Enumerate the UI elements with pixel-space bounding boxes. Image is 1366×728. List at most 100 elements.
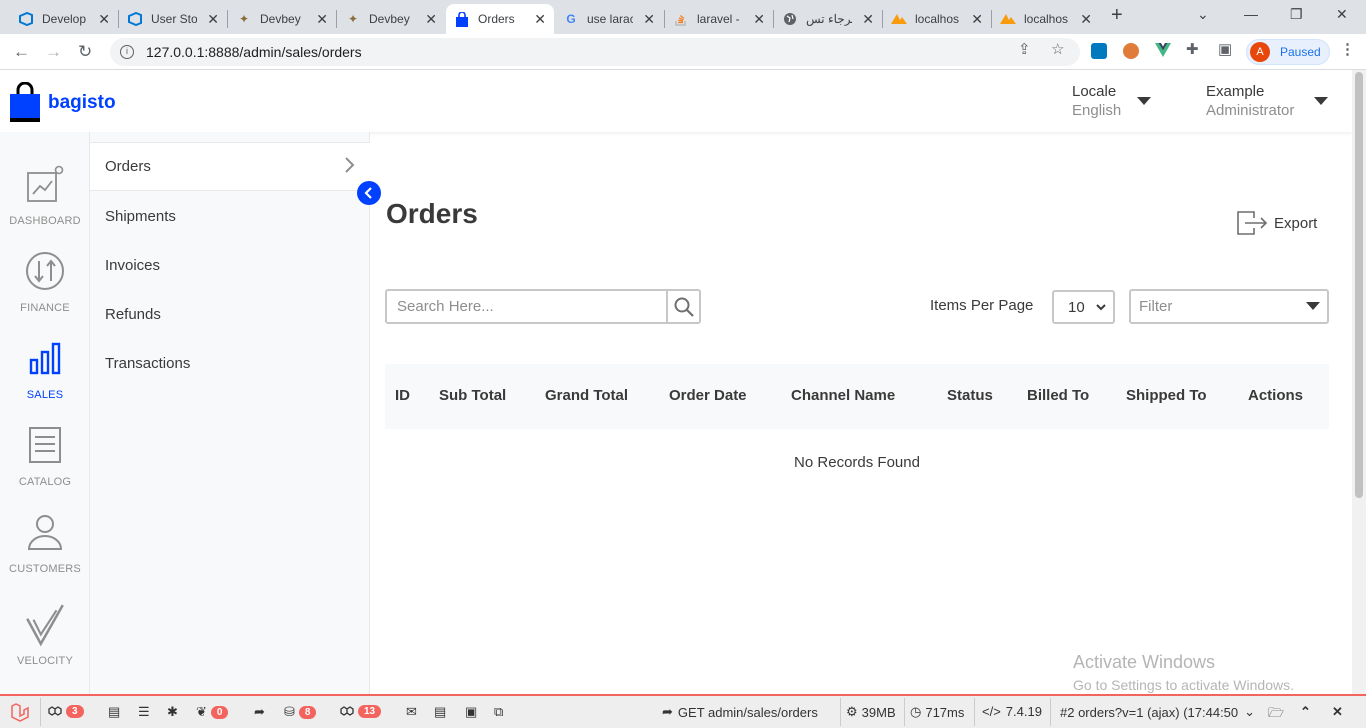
browser-tab[interactable]: Develop ✕ <box>10 4 118 34</box>
tab-title: laravel - <box>697 12 740 26</box>
debugbar-tab-models[interactable]: 13 <box>340 704 382 718</box>
column-header-sub-total[interactable]: Sub Total <box>439 387 506 404</box>
debugbar-tab-request[interactable]: ⧉ <box>494 704 503 720</box>
browser-tab[interactable]: localhos ✕ <box>883 4 991 34</box>
column-header-order-date[interactable]: Order Date <box>669 387 747 404</box>
column-header-billed-to[interactable]: Billed To <box>1027 387 1089 404</box>
share-icon[interactable]: ⇪ <box>1018 40 1031 58</box>
filter-dropdown[interactable]: Filter <box>1129 289 1329 324</box>
browser-tab[interactable]: User Sto ✕ <box>119 4 227 34</box>
submenu-item-invoices[interactable]: Invoices <box>90 241 370 290</box>
code-icon: </> <box>982 704 1001 719</box>
submenu-item-refunds[interactable]: Refunds <box>90 290 370 339</box>
close-icon[interactable]: ✕ <box>534 11 546 28</box>
locale-caret-icon[interactable] <box>1137 97 1151 105</box>
tab-title: Orders <box>478 12 515 26</box>
search-input[interactable] <box>387 291 666 322</box>
debugbar-tab-exceptions[interactable]: ✱ <box>167 704 178 720</box>
nav-dashboard[interactable]: DASHBOARD <box>0 164 90 227</box>
new-tab-button[interactable]: + <box>1111 4 1123 27</box>
leaf-icon: ❦ <box>196 704 207 719</box>
submenu-item-transactions[interactable]: Transactions <box>90 339 370 388</box>
bookmark-star-icon[interactable]: ☆ <box>1051 40 1064 58</box>
browser-tab[interactable]: localhos ✕ <box>992 4 1100 34</box>
browser-tab[interactable]: G use larac ✕ <box>555 4 663 34</box>
submenu-item-shipments[interactable]: Shipments <box>90 192 370 241</box>
debugbar-tab-gate[interactable]: ▤ <box>434 704 446 720</box>
column-header-status[interactable]: Status <box>947 387 993 404</box>
user-menu[interactable]: Example Administrator <box>1206 83 1294 119</box>
extension-vue-devtools-icon[interactable] <box>1155 43 1171 59</box>
extension-colorful-icon[interactable] <box>1123 43 1139 59</box>
search-button[interactable] <box>666 291 699 322</box>
debugbar-tab-mails[interactable]: ✉ <box>406 704 417 720</box>
export-button[interactable]: Export <box>1236 210 1317 236</box>
debugbar-laravel-logo-icon[interactable] <box>10 702 30 722</box>
reload-button[interactable]: ↻ <box>78 42 92 62</box>
nav-label: FINANCE <box>20 302 70 314</box>
debugbar-close-icon[interactable]: ✕ <box>1332 704 1343 720</box>
debugbar-tab-messages[interactable]: ▤ <box>108 704 120 720</box>
address-bar[interactable]: i 127.0.0.1:8888/admin/sales/orders <box>110 38 1080 66</box>
close-icon[interactable]: ✕ <box>753 11 765 28</box>
nav-catalog[interactable]: CATALOG <box>0 425 90 488</box>
site-info-icon[interactable]: i <box>120 45 134 59</box>
browser-tab[interactable]: laravel - ✕ <box>665 4 773 34</box>
forward-button[interactable]: → <box>45 42 62 62</box>
close-icon[interactable]: ✕ <box>862 11 874 28</box>
column-header-shipped-to[interactable]: Shipped To <box>1126 387 1207 404</box>
page-scrollbar[interactable] <box>1352 70 1366 694</box>
window-close-button[interactable]: ✕ <box>1336 6 1348 23</box>
close-icon[interactable]: ✕ <box>1080 11 1092 28</box>
restore-button[interactable]: ❐ <box>1290 6 1303 23</box>
extensions-puzzle-icon[interactable]: ✚ <box>1186 40 1199 58</box>
locale-switcher[interactable]: Locale English <box>1072 83 1121 119</box>
extension-trello-icon[interactable] <box>1091 43 1107 59</box>
column-header-grand-total[interactable]: Grand Total <box>545 387 628 404</box>
debugbar-tab-timeline[interactable]: ☰ <box>138 704 150 720</box>
bagisto-logo-icon[interactable] <box>10 82 40 122</box>
close-icon[interactable]: ✕ <box>643 11 655 28</box>
scrollbar-thumb[interactable] <box>1355 72 1363 498</box>
column-header-id[interactable]: ID <box>395 387 410 404</box>
close-icon[interactable]: ✕ <box>98 11 110 28</box>
tab-title: الرجاء تس <box>806 12 852 26</box>
nav-finance[interactable]: FINANCE <box>0 251 90 314</box>
nav-velocity[interactable]: VELOCITY <box>0 602 90 667</box>
profile-button[interactable]: A Paused <box>1246 39 1330 65</box>
tab-title: use larac <box>587 12 634 26</box>
debugbar-tab-session[interactable]: ▣ <box>465 704 477 720</box>
browser-tab[interactable]: ✦ Devbey ✕ <box>337 4 445 34</box>
folder-open-icon[interactable]: 🗁 <box>1268 704 1284 726</box>
column-header-channel-name[interactable]: Channel Name <box>791 387 895 404</box>
back-button[interactable]: ← <box>13 42 30 62</box>
submenu-item-orders[interactable]: Orders <box>90 142 370 191</box>
debugbar-tab-leaf[interactable]: ❦ 0 <box>196 704 229 720</box>
side-panel-icon[interactable]: ▣ <box>1218 40 1232 58</box>
close-icon[interactable]: ✕ <box>425 11 437 28</box>
app-header: bagisto Locale English Example Administr… <box>0 70 1352 132</box>
logo-text[interactable]: bagisto <box>48 92 116 114</box>
close-icon[interactable]: ✕ <box>971 11 983 28</box>
minimize-button[interactable]: — <box>1244 6 1258 22</box>
close-icon[interactable]: ✕ <box>316 11 328 28</box>
phpmyadmin-icon <box>1000 11 1016 27</box>
items-per-page-select[interactable]: 10 <box>1052 290 1115 324</box>
chevron-up-icon[interactable]: ⌃ <box>1300 704 1311 720</box>
close-icon[interactable]: ✕ <box>207 11 219 28</box>
browser-tab-active[interactable]: Orders ✕ <box>446 4 554 34</box>
browser-tab[interactable]: الرجاء تس ✕ <box>774 4 882 34</box>
php-version-value: 7.4.19 <box>1005 704 1042 719</box>
nav-sales[interactable]: SALES <box>0 338 90 401</box>
debugbar-tab-queries[interactable]: ⛁ 8 <box>284 704 317 720</box>
browser-menu-icon[interactable]: ⋮ <box>1340 40 1355 58</box>
user-caret-icon[interactable] <box>1314 97 1328 105</box>
collapse-menu-button[interactable] <box>357 181 381 205</box>
debugbar-tab-views[interactable]: 3 <box>48 704 84 718</box>
nav-customers[interactable]: CUSTOMERS <box>0 512 90 575</box>
browser-tab[interactable]: ✦ Devbey ✕ <box>228 4 336 34</box>
address-url[interactable]: 127.0.0.1:8888/admin/sales/orders <box>146 44 362 60</box>
debugbar-request-select[interactable]: #2 orders?v=1 (ajax) (17:44:50 ⌄ <box>1060 704 1255 720</box>
tab-search-chevron-icon[interactable]: ⌄ <box>1197 6 1209 23</box>
debugbar-tab-route[interactable]: ➦ <box>254 704 265 720</box>
